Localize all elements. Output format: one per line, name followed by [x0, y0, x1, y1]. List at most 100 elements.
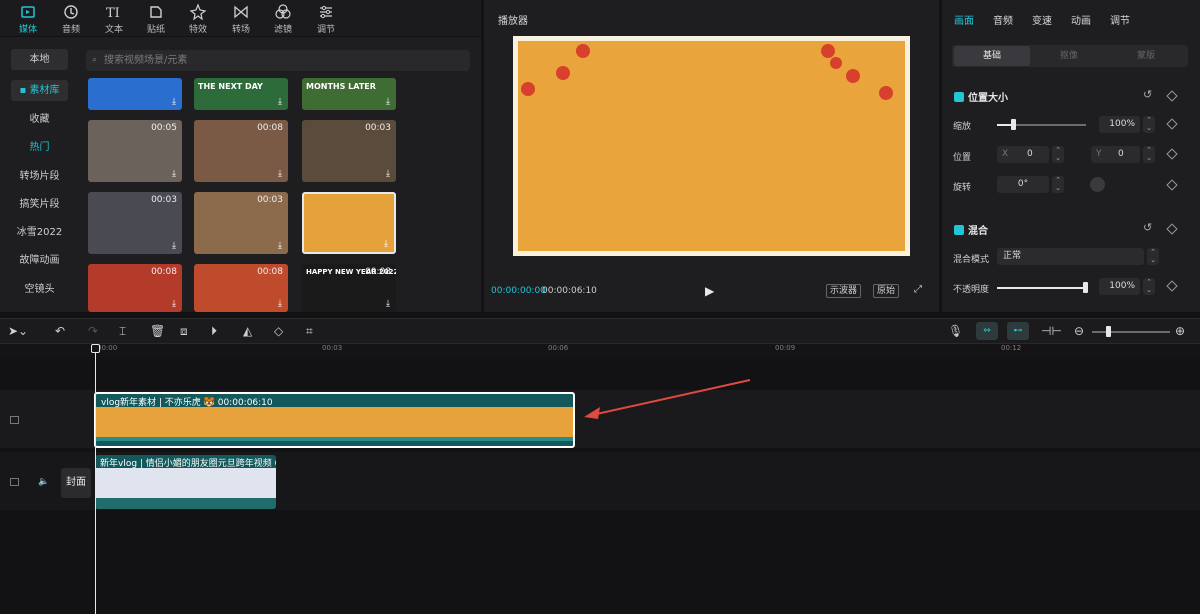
zoom-slider-handle[interactable]	[1106, 326, 1111, 337]
media-thumbnail[interactable]: ⤓	[88, 78, 182, 110]
media-thumbnail[interactable]: 00:08 ⤓	[194, 120, 288, 182]
download-icon[interactable]: ⤓	[278, 97, 282, 107]
fullscreen-icon[interactable]: ⤢	[914, 284, 922, 295]
download-icon[interactable]: ⤓	[384, 239, 388, 249]
undo-icon[interactable]: ↶	[55, 324, 65, 338]
tab-audio[interactable]: 音频	[993, 12, 1013, 27]
media-thumbnail[interactable]: ⤓	[302, 192, 396, 254]
download-icon[interactable]: ⤓	[386, 299, 390, 309]
media-thumbnail[interactable]: 00:08 ⤓	[88, 264, 182, 312]
tool-adjust[interactable]: 调节	[306, 3, 346, 35]
section-position-size[interactable]: 位置大小	[954, 89, 1008, 104]
tool-sticker[interactable]: 贴纸	[136, 3, 176, 35]
rotate-dial-icon[interactable]	[1090, 177, 1105, 192]
main-clip[interactable]: 新年vlog | 情侣小媚的朋友圈元旦跨年视频 00:	[95, 455, 276, 509]
opacity-stepper[interactable]: ⌃ ⌄	[1143, 278, 1155, 295]
track-icon[interactable]	[10, 416, 19, 424]
nav-transition-clips[interactable]: 转场片段	[11, 166, 68, 187]
download-icon[interactable]: ⤓	[386, 97, 390, 107]
tab-adjust[interactable]: 调节	[1110, 12, 1130, 27]
split-icon[interactable]: ⌶	[119, 324, 126, 339]
mirror-icon[interactable]: ◭	[243, 324, 252, 338]
nav-funny-clips[interactable]: 搞笑片段	[11, 194, 68, 215]
media-thumbnail[interactable]: ⤓ THE NEXT DAY	[194, 78, 288, 110]
track-icon[interactable]	[10, 478, 19, 486]
zoom-in-icon[interactable]: ⊕	[1175, 324, 1185, 338]
nav-glitch[interactable]: 故障动画	[11, 250, 68, 271]
overlay-clip[interactable]: vlog新年素材 | 不亦乐虎 🐯 00:00:06:10	[94, 392, 575, 448]
subtab-basic[interactable]: 基础	[954, 46, 1030, 66]
media-thumbnail[interactable]: 00:05 ⤓	[88, 120, 182, 182]
section-blend[interactable]: 混合	[954, 222, 988, 237]
scale-input[interactable]: 100%	[1099, 116, 1140, 133]
tool-text[interactable]: TI 文本	[94, 3, 134, 35]
media-thumbnail[interactable]: 00:03 ⤓	[88, 192, 182, 254]
nav-hot[interactable]: 热门	[11, 137, 68, 158]
pos-x-stepper[interactable]: ⌃ ⌄	[1052, 146, 1064, 163]
original-ratio-button[interactable]: 原始	[873, 284, 900, 298]
scale-stepper[interactable]: ⌃ ⌄	[1143, 116, 1155, 133]
tab-speed[interactable]: 变速	[1032, 12, 1052, 27]
rotate-stepper[interactable]: ⌃ ⌄	[1052, 176, 1064, 193]
tab-animation[interactable]: 动画	[1071, 12, 1091, 27]
scale-slider-handle[interactable]	[1011, 119, 1016, 130]
media-thumbnail[interactable]: 00:03 ⤓	[194, 192, 288, 254]
download-icon[interactable]: ⤓	[172, 169, 176, 179]
rotate-input[interactable]: 0°	[997, 176, 1049, 193]
pos-y-stepper[interactable]: ⌃ ⌄	[1143, 146, 1155, 163]
subtab-keying[interactable]: 抠像	[1031, 46, 1107, 66]
media-thumbnail[interactable]: 00:03 ⤓	[302, 120, 396, 182]
tool-effects[interactable]: 特效	[178, 3, 218, 35]
media-thumbnail[interactable]: 00:08 ⤓	[194, 264, 288, 312]
search-input[interactable]: 搜索视频场景/元素	[86, 50, 470, 71]
opacity-slider-handle[interactable]	[1083, 282, 1088, 293]
media-thumbnail[interactable]: 00:08 ⤓ HAPPY NEW YEAR 2022	[302, 264, 396, 312]
speaker-icon[interactable]: 🔈	[38, 477, 49, 487]
download-icon[interactable]: ⤓	[278, 299, 282, 309]
zoom-slider-track[interactable]	[1092, 331, 1170, 333]
nav-winter-2022[interactable]: 冰雪2022	[11, 222, 68, 243]
play-icon[interactable]: ▶	[705, 284, 714, 298]
download-icon[interactable]: ⤓	[278, 241, 282, 251]
link-icon[interactable]: ⊷	[1007, 322, 1029, 340]
blend-mode-chevron-icon[interactable]: ⌃ ⌄	[1147, 248, 1159, 265]
tool-audio[interactable]: 音频	[51, 3, 91, 35]
playhead-handle[interactable]	[91, 344, 100, 353]
redo-icon[interactable]: ↷	[88, 324, 98, 338]
nav-empty-shot[interactable]: 空镜头	[11, 279, 68, 300]
snap-icon[interactable]: ⇔	[976, 322, 998, 340]
reverse-icon[interactable]: ⏵	[211, 324, 217, 339]
reset-icon[interactable]: ↺	[1143, 88, 1152, 101]
opacity-input[interactable]: 100%	[1099, 278, 1140, 295]
pos-x-field[interactable]: X0	[997, 146, 1049, 163]
delete-icon[interactable]: 🗑	[150, 324, 165, 338]
nav-local[interactable]: 本地	[11, 49, 68, 70]
pos-y-field[interactable]: Y0	[1091, 146, 1140, 163]
tool-transition[interactable]: 转场	[221, 3, 261, 35]
subtab-mask[interactable]: 蒙版	[1108, 46, 1184, 66]
media-thumbnail[interactable]: ⤓ MONTHS LATER	[302, 78, 396, 110]
tool-media[interactable]: 媒体	[8, 3, 48, 35]
download-icon[interactable]: ⤓	[172, 299, 176, 309]
reset-icon[interactable]: ↺	[1143, 221, 1152, 234]
tool-filter[interactable]: 滤镜	[263, 3, 303, 35]
cover-button[interactable]: 封面	[61, 468, 91, 498]
nav-library[interactable]: ▪ 素材库	[11, 80, 68, 101]
nav-favorites[interactable]: 收藏	[11, 109, 68, 130]
crop-icon[interactable]: ⌗	[306, 324, 313, 339]
playhead[interactable]	[95, 346, 96, 614]
download-icon[interactable]: ⤓	[172, 97, 176, 107]
download-icon[interactable]: ⤓	[386, 169, 390, 179]
timeline-ruler[interactable]: 00:00 00:03 00:06 00:09 00:12	[0, 344, 1200, 358]
scope-button[interactable]: 示波器	[826, 284, 862, 298]
select-tool-icon[interactable]: ➤⌄	[8, 324, 28, 338]
freeze-icon[interactable]: ⧈	[180, 324, 188, 339]
download-icon[interactable]: ⤓	[172, 241, 176, 251]
rotate-icon[interactable]: ◇	[274, 324, 283, 338]
tab-picture[interactable]: 画面	[954, 12, 974, 27]
zoom-out-icon[interactable]: ⊖	[1074, 324, 1084, 338]
download-icon[interactable]: ⤓	[278, 169, 282, 179]
microphone-icon[interactable]: 🎙	[948, 324, 963, 338]
blend-mode-select[interactable]: 正常	[997, 248, 1144, 265]
preview-axis-icon[interactable]: ⊣⊢	[1041, 324, 1062, 338]
